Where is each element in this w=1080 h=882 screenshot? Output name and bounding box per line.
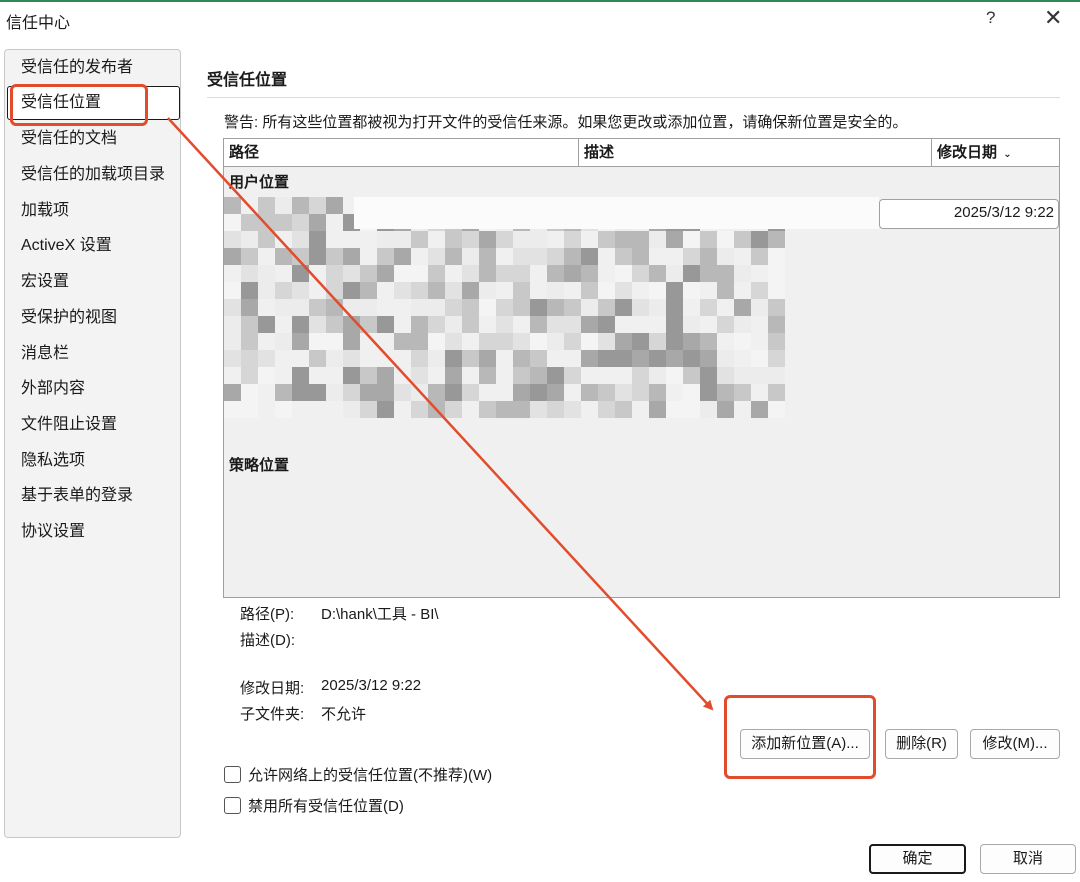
annotation-arrow bbox=[167, 117, 714, 711]
